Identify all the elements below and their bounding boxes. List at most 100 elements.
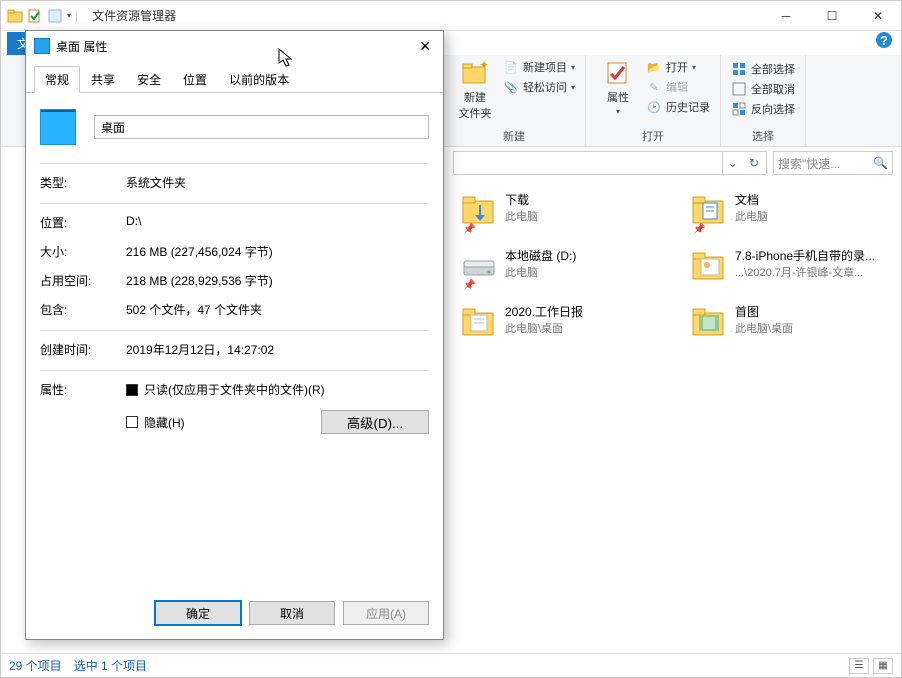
dialog-tabs: 常规 共享 安全 位置 以前的版本: [26, 65, 443, 93]
qat-properties-icon[interactable]: [27, 8, 43, 24]
contains-label: 包含:: [40, 301, 126, 318]
icons-view-button[interactable]: ▦: [873, 658, 893, 674]
item-count: 29 个项目: [9, 657, 62, 674]
pin-icon: 📌: [693, 224, 705, 235]
ondisk-label: 占用空间:: [40, 272, 126, 289]
refresh-icon[interactable]: ↻: [742, 152, 766, 174]
folder-name-input[interactable]: 桌面: [94, 115, 429, 139]
folder-pics-icon: [691, 247, 727, 283]
location-label: 位置:: [40, 214, 126, 231]
list-item[interactable]: 📌 文档此电脑: [691, 191, 861, 227]
group-select-title: 选择: [731, 126, 795, 144]
contains-value: 502 个文件，47 个文件夹: [126, 301, 429, 318]
dialog-close-button[interactable]: ✕: [415, 34, 435, 59]
list-item[interactable]: 7.8-iPhone手机自带的录......\2020.7月-许银峰-文章...: [691, 247, 861, 283]
ribbon-group-open: 属性 ▾ 📂 打开 ▾ ✎ 编辑 🕑 历史记录: [586, 55, 721, 146]
new-folder-button[interactable]: ✦ 新建 文件夹: [453, 59, 497, 121]
tab-share[interactable]: 共享: [80, 66, 126, 93]
invert-icon: [731, 101, 747, 117]
folder-docs-icon: [461, 303, 497, 339]
new-item-button[interactable]: 📄 新建项目 ▾: [503, 59, 575, 75]
type-label: 类型:: [40, 174, 126, 191]
invert-select-button[interactable]: 反向选择: [731, 101, 795, 117]
history-button[interactable]: 🕑 历史记录: [646, 99, 710, 115]
maximize-button[interactable]: ☐: [809, 1, 855, 31]
list-item[interactable]: 2020.工作日报此电脑\桌面: [461, 303, 631, 339]
chevron-down-icon: ▾: [616, 107, 620, 116]
ribbon-group-select: 全部选择 全部取消 反向选择 选择: [721, 55, 806, 146]
list-item[interactable]: 📌 本地磁盘 (D:)此电脑: [461, 247, 631, 283]
search-placeholder: 搜索"快速...: [778, 155, 840, 172]
chevron-down-icon: ▾: [692, 63, 696, 72]
qat-blank-icon[interactable]: [47, 8, 63, 24]
tab-security[interactable]: 安全: [126, 66, 172, 93]
attr-label: 属性:: [40, 381, 126, 434]
list-item[interactable]: 首图此电脑\桌面: [691, 303, 861, 339]
group-new-title: 新建: [453, 126, 575, 144]
hidden-label: 隐藏(H): [144, 414, 185, 431]
created-value: 2019年12月12日，14:27:02: [126, 341, 429, 358]
open-icon: 📂: [646, 59, 662, 75]
qat-dropdown-icon[interactable]: ▾: [67, 11, 71, 20]
properties-button[interactable]: 属性 ▾: [596, 59, 640, 116]
advanced-button[interactable]: 高级(D)...: [321, 410, 429, 434]
select-none-button[interactable]: 全部取消: [731, 81, 795, 97]
apply-button[interactable]: 应用(A): [343, 601, 429, 625]
details-view-button[interactable]: ☰: [849, 658, 869, 674]
search-input[interactable]: 搜索"快速... 🔍: [773, 151, 893, 175]
ok-button[interactable]: 确定: [155, 601, 241, 625]
tab-location[interactable]: 位置: [172, 66, 218, 93]
svg-text:✦: ✦: [479, 59, 489, 72]
size-label: 大小:: [40, 243, 126, 260]
dialog-title: 桌面 属性: [56, 38, 107, 55]
tab-previous[interactable]: 以前的版本: [218, 66, 300, 93]
ribbon-group-new: ✦ 新建 文件夹 📄 新建项目 ▾ 📎 轻松访问 ▾: [443, 55, 586, 146]
dialog-body: 桌面 类型:系统文件夹 位置:D:\ 大小:216 MB (227,456,02…: [26, 93, 443, 591]
file-list[interactable]: 📌 下载此电脑 📌 文档此电脑 📌 本地磁盘 (D:)此电脑: [451, 179, 901, 653]
folder-icon: [34, 38, 50, 54]
select-none-icon: [731, 81, 747, 97]
dialog-titlebar[interactable]: 桌面 属性 ✕: [26, 31, 443, 61]
titlebar: ▾ | 文件资源管理器 ─ ☐ ✕: [1, 1, 901, 31]
dialog-footer: 确定 取消 应用(A): [26, 591, 443, 639]
list-item[interactable]: 📌 下载此电脑: [461, 191, 631, 227]
new-folder-icon: ✦: [461, 59, 489, 87]
edit-button[interactable]: ✎ 编辑: [646, 79, 710, 95]
select-all-icon: [731, 61, 747, 77]
created-label: 创建时间:: [40, 341, 126, 358]
selected-count: 选中 1 个项目: [74, 657, 147, 674]
download-folder-icon: 📌: [461, 191, 497, 227]
edit-icon: ✎: [646, 79, 662, 95]
pin-icon: 📌: [463, 280, 475, 291]
new-folder-label: 新建 文件夹: [459, 89, 492, 121]
chevron-down-icon: ▾: [571, 83, 575, 92]
easy-access-button[interactable]: 📎 轻松访问 ▾: [503, 79, 575, 95]
address-dropdown-icon[interactable]: ⌄: [722, 152, 742, 174]
help-icon[interactable]: ?: [876, 32, 892, 48]
select-all-button[interactable]: 全部选择: [731, 61, 795, 77]
address-bar[interactable]: ⌄ ↻: [453, 151, 767, 175]
hidden-checkbox[interactable]: [126, 416, 138, 428]
properties-dialog: 桌面 属性 ✕ 常规 共享 安全 位置 以前的版本 桌面 类型:系统文件夹 位置…: [25, 30, 444, 640]
minimize-button[interactable]: ─: [763, 1, 809, 31]
new-item-icon: 📄: [503, 59, 519, 75]
easy-access-icon: 📎: [503, 79, 519, 95]
history-icon: 🕑: [646, 99, 662, 115]
cancel-button[interactable]: 取消: [249, 601, 335, 625]
folder-icon: [7, 8, 23, 24]
size-value: 216 MB (227,456,024 字节): [126, 243, 429, 260]
folder-large-icon: [40, 109, 76, 145]
readonly-label: 只读(仅应用于文件夹中的文件)(R): [144, 381, 325, 398]
pin-icon: 📌: [463, 224, 475, 235]
tab-general[interactable]: 常规: [34, 66, 80, 93]
search-icon: 🔍: [873, 156, 888, 170]
drive-icon: 📌: [461, 247, 497, 283]
properties-icon: [604, 59, 632, 87]
status-bar: 29 个项目 选中 1 个项目 ☰ ▦: [1, 653, 901, 677]
type-value: 系统文件夹: [126, 174, 429, 191]
location-value: D:\: [126, 214, 429, 231]
close-button[interactable]: ✕: [855, 1, 901, 31]
readonly-checkbox[interactable]: ■: [126, 384, 138, 396]
open-button[interactable]: 📂 打开 ▾: [646, 59, 710, 75]
properties-label: 属性: [607, 89, 629, 105]
